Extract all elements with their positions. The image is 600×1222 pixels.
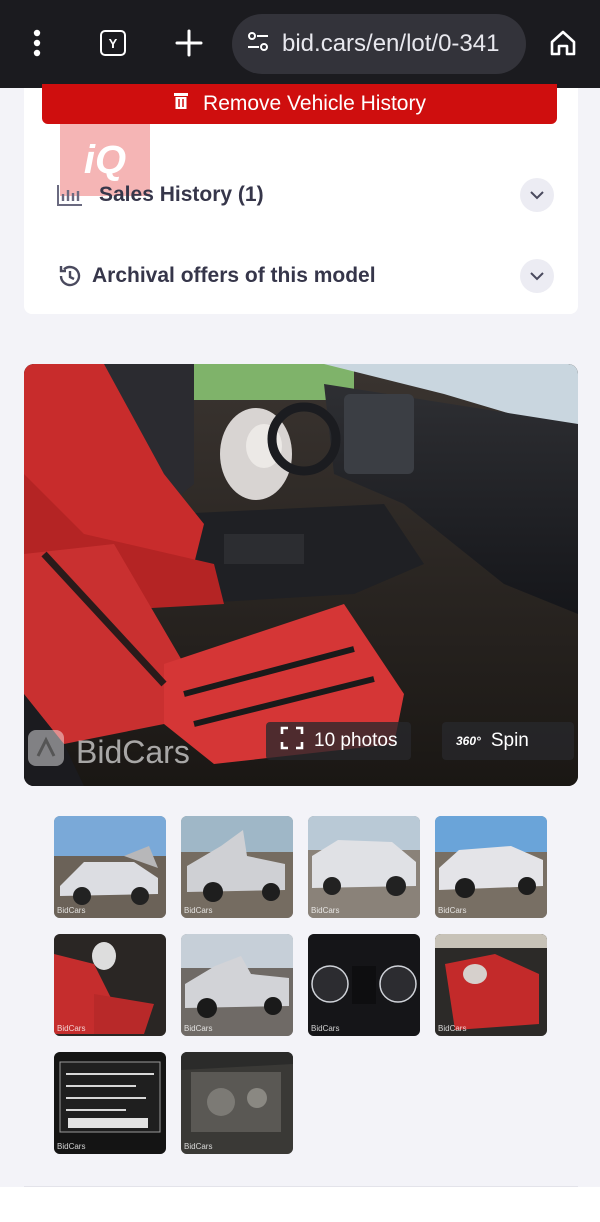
thumb-watermark: BidCars [57, 906, 86, 915]
trash-icon [173, 92, 189, 116]
thumb-watermark: BidCars [311, 1024, 340, 1033]
thumb-instrument-cluster[interactable]: BidCars [308, 934, 420, 1036]
thumb-watermark: BidCars [438, 906, 467, 915]
chevron-down-icon[interactable] [520, 259, 554, 293]
archival-offers-accordion[interactable]: Archival offers of this model [24, 246, 578, 306]
bar-chart-icon [54, 179, 86, 211]
remove-vehicle-history-label: Remove Vehicle History [203, 92, 426, 115]
thumb-watermark: BidCars [57, 1142, 86, 1151]
photos-count-button[interactable]: 10 photos [266, 722, 412, 760]
bidcars-watermark-text: BidCars [76, 733, 190, 770]
thumb-interior-rear[interactable]: BidCars [435, 934, 547, 1036]
spin-360-icon: 360° [456, 734, 481, 748]
plus-icon[interactable] [166, 20, 212, 66]
thumb-front-crash[interactable]: BidCars [181, 934, 293, 1036]
thumb-front-left-damage[interactable]: BidCars [54, 816, 166, 918]
thumb-rear-right[interactable]: BidCars [435, 816, 547, 918]
url-text[interactable]: bid.cars/en/lot/0-341 [282, 30, 499, 58]
thumb-watermark: BidCars [184, 1142, 213, 1151]
sales-history-label: Sales History (1) [99, 183, 264, 206]
thumb-front-right-damage[interactable]: BidCars [181, 816, 293, 918]
tab-count-badge: Y [100, 30, 126, 56]
tab-switcher-icon[interactable]: Y [90, 20, 136, 66]
tune-icon[interactable] [246, 30, 270, 59]
thumb-vin-label[interactable]: BidCars [54, 1052, 166, 1154]
address-bar[interactable]: bid.cars/en/lot/0-341 [232, 14, 526, 74]
bidcars-watermark: BidCars [0, 722, 210, 782]
next-section [0, 1187, 600, 1222]
browser-toolbar: Y bid.cars/en/lot/0-341 [0, 0, 600, 88]
remove-vehicle-history-button[interactable]: Remove Vehicle History [42, 84, 557, 124]
home-icon[interactable] [540, 20, 586, 66]
thumb-watermark: BidCars [311, 906, 340, 915]
fullscreen-icon [280, 726, 304, 756]
chevron-down-icon[interactable] [520, 178, 554, 212]
archival-offers-label: Archival offers of this model [92, 264, 376, 287]
thumb-rear-left[interactable]: BidCars [308, 816, 420, 918]
spin-label: Spin [490, 730, 529, 751]
thumb-engine-bay[interactable]: BidCars [181, 1052, 293, 1154]
photos-count-label: 10 photos [314, 730, 398, 751]
thumb-watermark: BidCars [57, 1024, 86, 1033]
spin-360-button[interactable]: 360° Spin [442, 722, 574, 760]
bidcars-logo-icon [26, 728, 66, 776]
history-clock-icon [54, 260, 86, 292]
thumb-interior-driver[interactable]: BidCars [54, 934, 166, 1036]
thumb-watermark: BidCars [184, 906, 213, 915]
sales-history-accordion[interactable]: Sales History (1) [24, 165, 578, 225]
thumb-watermark: BidCars [438, 1024, 467, 1033]
kebab-menu-icon[interactable] [14, 20, 60, 66]
thumb-watermark: BidCars [184, 1024, 213, 1033]
